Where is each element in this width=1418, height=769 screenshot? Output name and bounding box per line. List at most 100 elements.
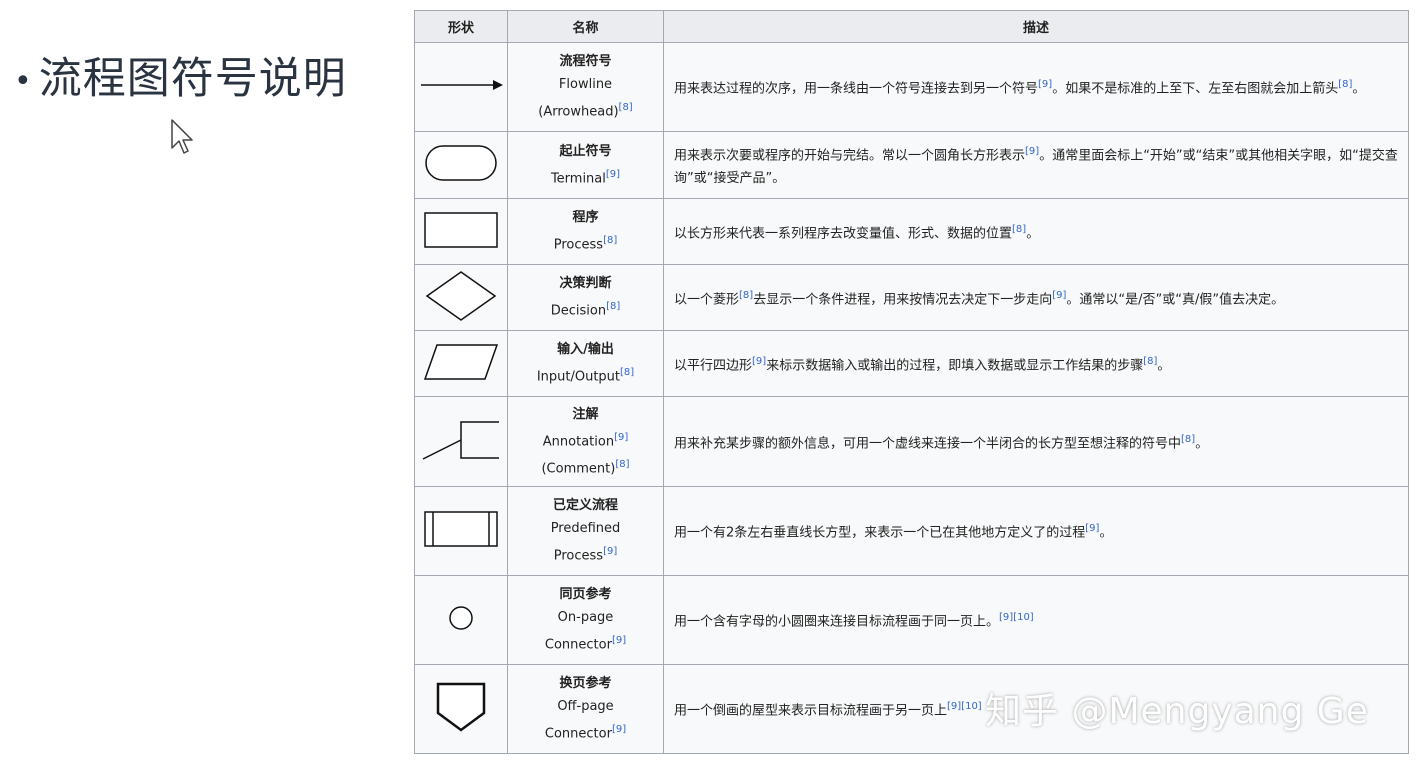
name-cn: 流程符号 bbox=[559, 54, 612, 70]
header-shape: 形状 bbox=[414, 10, 508, 43]
citation-link[interactable]: [8] bbox=[615, 459, 629, 470]
name-cn: 输入/输出 bbox=[557, 342, 614, 358]
citation-link[interactable]: [9] bbox=[752, 356, 766, 367]
table-row: 程序 Process[8] 以长方形来代表一系列程序去改变量值、形式、数据的位置… bbox=[414, 198, 1409, 265]
shape-cell bbox=[414, 42, 508, 132]
table-row: 输入/输出 Input/Output[8] 以平行四边形[9]来标示数据输入或输… bbox=[414, 330, 1409, 397]
citation-link[interactable]: [9] bbox=[1085, 523, 1099, 534]
description-cell: 以平行四边形[9]来标示数据输入或输出的过程，即填入数据或显示工作结果的步骤[8… bbox=[663, 330, 1409, 397]
name-cn: 决策判断 bbox=[559, 276, 612, 292]
table-row: 同页参考 On-page Connector[9] 用一个含有字母的小圆圈来连接… bbox=[414, 575, 1409, 665]
citation-link[interactable]: [9][10] bbox=[947, 701, 982, 712]
name-en: Connector bbox=[544, 726, 612, 742]
mouse-cursor-icon bbox=[171, 119, 193, 154]
bullet: • bbox=[14, 64, 33, 99]
citation-link[interactable]: [8] bbox=[1012, 224, 1026, 235]
name-en: Off-page bbox=[557, 699, 614, 715]
citation-link[interactable]: [8] bbox=[620, 367, 634, 378]
description-text: 。 bbox=[1099, 525, 1113, 541]
process-icon bbox=[424, 211, 498, 248]
description-text: 以一个菱形 bbox=[674, 292, 740, 308]
description-text: 。如果不是标准的上至下、左至右图就会加上箭头 bbox=[1052, 81, 1339, 97]
citation-link[interactable]: [9] bbox=[614, 432, 628, 443]
description-text: 。通常以“是/否”或“真/假”值去决定。 bbox=[1066, 292, 1285, 308]
name-cell: 注解 Annotation[9] (Comment)[8] bbox=[507, 396, 664, 487]
name-en: (Comment) bbox=[541, 461, 616, 477]
shape-cell bbox=[414, 575, 508, 665]
arrow-icon bbox=[421, 80, 503, 90]
name-cell: 输入/输出 Input/Output[8] bbox=[507, 330, 664, 397]
description-text: 用一个有2条左右垂直线长方型，来表示一个已在其他地方定义了的过程 bbox=[674, 525, 1086, 541]
shape-cell bbox=[414, 664, 508, 754]
shape-cell bbox=[414, 198, 508, 265]
description-text: 以长方形来代表一系列程序去改变量值、形式、数据的位置 bbox=[674, 226, 1013, 242]
name-cn: 换页参考 bbox=[559, 676, 612, 692]
citation-link[interactable]: [9] bbox=[603, 546, 617, 557]
watermark: 知乎 @Mengyang Ge bbox=[985, 691, 1369, 732]
description-text: 去显示一个条件进程，用来按情况去决定下一步走向 bbox=[753, 292, 1053, 308]
citation-link[interactable]: [8] bbox=[1338, 79, 1352, 90]
name-en: Annotation bbox=[542, 434, 615, 449]
citation-link[interactable]: [8] bbox=[603, 235, 617, 246]
flowchart-symbol-table: 形状 名称 描述 流程符号 Flowline (Arrowhead)[8] 用来… bbox=[414, 10, 1409, 754]
citation-link[interactable]: [9] bbox=[612, 635, 626, 646]
description-text: 。 bbox=[1352, 81, 1366, 97]
description-text: 用来表达过程的次序，用一条线由一个符号连接去到另一个符号 bbox=[674, 81, 1039, 97]
name-en: (Arrowhead) bbox=[538, 104, 619, 120]
table-row: 已定义流程 Predefined Process[9] 用一个有2条左右垂直线长… bbox=[414, 486, 1409, 576]
citation-link[interactable]: [9] bbox=[612, 724, 626, 735]
citation-link[interactable]: [8] bbox=[606, 301, 620, 312]
citation-link[interactable]: [9] bbox=[606, 169, 620, 180]
citation-link[interactable]: [8] bbox=[1143, 356, 1157, 367]
name-en: Process bbox=[553, 548, 604, 564]
name-cell: 起止符号 Terminal[9] bbox=[507, 131, 664, 199]
description-text: 来标示数据输入或输出的过程，即填入数据或显示工作结果的步骤 bbox=[766, 358, 1144, 374]
citation-link[interactable]: [8] bbox=[1181, 434, 1195, 445]
name-cell: 换页参考 Off-page Connector[9] bbox=[507, 664, 664, 754]
citation-link[interactable]: [9] bbox=[1025, 146, 1039, 157]
citation-link[interactable]: [9] bbox=[1038, 79, 1052, 90]
decision-icon bbox=[425, 270, 497, 321]
description-text: 以平行四边形 bbox=[674, 358, 753, 374]
on-page-connector-icon bbox=[449, 606, 473, 630]
description-text: 。 bbox=[1026, 226, 1040, 242]
table-row: 起止符号 Terminal[9] 用来表示次要或程序的开始与完结。常以一个圆角长… bbox=[414, 131, 1409, 199]
description-cell: 以一个菱形[8]去显示一个条件进程，用来按情况去决定下一步走向[9]。通常以“是… bbox=[663, 264, 1409, 331]
description-text: 。 bbox=[1157, 358, 1171, 374]
header-description: 描述 bbox=[663, 10, 1409, 43]
description-cell: 以长方形来代表一系列程序去改变量值、形式、数据的位置[8]。 bbox=[663, 198, 1409, 265]
description-text: 用来补充某步骤的额外信息，可用一个虚线来连接一个半闭合的长方型至想注释的符号中 bbox=[674, 436, 1182, 452]
slide-title-text: 流程图符号说明 bbox=[38, 54, 347, 104]
name-cn: 已定义流程 bbox=[552, 498, 618, 514]
name-en: Decision bbox=[550, 303, 607, 319]
shape-cell bbox=[414, 396, 508, 487]
name-cell: 决策判断 Decision[8] bbox=[507, 264, 664, 331]
description-cell: 用一个有2条左右垂直线长方型，来表示一个已在其他地方定义了的过程[9]。 bbox=[663, 486, 1409, 576]
table-row: 注解 Annotation[9] (Comment)[8] 用来补充某步骤的额外… bbox=[414, 396, 1409, 487]
name-cn: 注解 bbox=[572, 406, 599, 422]
off-page-connector-icon bbox=[436, 682, 486, 732]
name-cell: 同页参考 On-page Connector[9] bbox=[507, 575, 664, 665]
name-en: Input/Output bbox=[536, 369, 621, 385]
name-cell: 程序 Process[8] bbox=[507, 198, 664, 265]
header-name: 名称 bbox=[507, 10, 664, 43]
citation-link[interactable]: [8] bbox=[739, 290, 753, 301]
name-cell: 流程符号 Flowline (Arrowhead)[8] bbox=[507, 42, 664, 132]
name-cell: 已定义流程 Predefined Process[9] bbox=[507, 486, 664, 576]
description-text: 用来表示次要或程序的开始与完结。常以一个圆角长方形表示 bbox=[674, 148, 1026, 164]
name-en: Process bbox=[553, 237, 604, 253]
name-cn: 起止符号 bbox=[559, 143, 612, 159]
description-cell: 用一个含有字母的小圆圈来连接目标流程画于同一页上。[9][10] bbox=[663, 575, 1409, 665]
citation-link[interactable]: [8] bbox=[619, 102, 633, 113]
table-row: 决策判断 Decision[8] 以一个菱形[8]去显示一个条件进程，用来按情况… bbox=[414, 264, 1409, 331]
shape-cell bbox=[414, 486, 508, 576]
slide-title: • 流程图符号说明 bbox=[14, 44, 347, 106]
citation-link[interactable]: [9] bbox=[1052, 290, 1066, 301]
name-en: Terminal bbox=[550, 171, 606, 187]
shape-cell bbox=[414, 131, 508, 199]
name-en: On-page bbox=[557, 610, 614, 626]
citation-link[interactable]: [9][10] bbox=[999, 612, 1034, 623]
shape-cell bbox=[414, 330, 508, 397]
description-cell: 用来表示次要或程序的开始与完结。常以一个圆角长方形表示[9]。通常里面会标上“开… bbox=[663, 131, 1409, 199]
annotation-icon bbox=[422, 420, 499, 460]
